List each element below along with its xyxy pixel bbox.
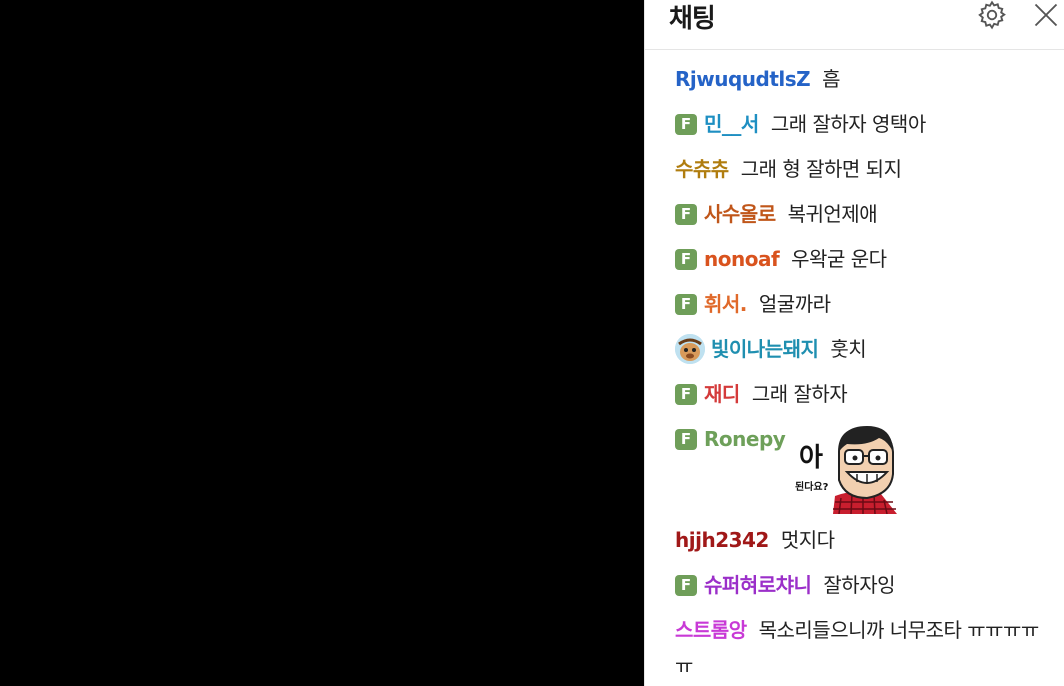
- chat-title: 채팅: [669, 4, 716, 34]
- sticker-image: 아 된다요?: [795, 426, 897, 515]
- sticker-big-text: 아: [799, 443, 823, 473]
- gear-icon: [978, 0, 1006, 30]
- chat-message-text: 잘하자잉: [823, 573, 896, 597]
- chat-nickname[interactable]: 빛이나는돼지: [711, 334, 819, 364]
- chat-message: F 재디 그래 잘하자: [675, 379, 1047, 409]
- chat-message: 빛이나는돼지 훗치: [675, 334, 1047, 364]
- chat-nickname[interactable]: hjjh2342: [675, 525, 769, 555]
- video-player-area[interactable]: [0, 0, 644, 686]
- chat-message-text: 멋지다: [780, 528, 835, 552]
- fan-badge-icon: F: [675, 293, 697, 315]
- chat-nickname[interactable]: nonoaf: [704, 244, 780, 274]
- chat-nickname[interactable]: 휘서.: [704, 289, 747, 319]
- chat-message-text-continuation: ㅠ: [675, 654, 694, 678]
- chat-message: F 사수올로 복귀언제애: [675, 199, 1047, 229]
- chat-nickname[interactable]: 스트롬앙: [675, 615, 747, 645]
- chat-nickname[interactable]: 재디: [704, 379, 740, 409]
- chat-nickname[interactable]: 슈퍼혀로챠니: [704, 570, 812, 600]
- close-icon: [1034, 3, 1058, 27]
- chat-message: F nonoaf 우왁굳 운다: [675, 244, 1047, 274]
- chat-panel: 채팅 RjwuqudtlsZ 흠 F 민__서 그래 잘하자 영택아 수츄츄 그…: [644, 0, 1064, 686]
- chat-message-text: 목소리들으니까 너무조타 ㅠㅠㅠㅠ: [758, 618, 1040, 642]
- fan-badge-icon: F: [675, 428, 697, 450]
- chat-message: 수츄츄 그래 형 잘하면 되지: [675, 154, 1047, 184]
- chat-nickname[interactable]: 사수올로: [704, 199, 776, 229]
- sticker-small-text: 된다요?: [795, 480, 829, 493]
- chat-message-text: 그래 형 잘하면 되지: [740, 157, 902, 181]
- chat-message-text: 그래 잘하자: [751, 382, 848, 406]
- avatar-image: [675, 334, 705, 364]
- fan-badge-icon: F: [675, 248, 697, 270]
- chat-sticker-emoticon: 아 된다요?: [795, 422, 899, 515]
- chat-message: F 휘서. 얼굴까라: [675, 289, 1047, 319]
- chat-nickname[interactable]: 수츄츄: [675, 154, 729, 184]
- close-chat-button[interactable]: [1029, 0, 1063, 30]
- chat-message: 스트롬앙 목소리들으니까 너무조타 ㅠㅠㅠㅠ: [675, 615, 1047, 645]
- chat-message: F 슈퍼혀로챠니 잘하자잉: [675, 570, 1047, 600]
- chat-message-text: 얼굴까라: [758, 292, 831, 316]
- chat-message-text: 흠: [822, 67, 841, 91]
- chat-message-text: 그래 잘하자 영택아: [770, 112, 926, 136]
- chat-nickname[interactable]: 민__서: [704, 109, 759, 139]
- fan-badge-icon: F: [675, 203, 697, 225]
- chat-nickname[interactable]: RjwuqudtlsZ: [675, 64, 811, 94]
- chat-nickname[interactable]: Ronepy: [704, 424, 786, 454]
- chat-message-text: 복귀언제애: [787, 202, 878, 226]
- fan-badge-icon: F: [675, 113, 697, 135]
- chat-header: 채팅: [645, 0, 1064, 50]
- chat-message: hjjh2342 멋지다: [675, 525, 1047, 555]
- fan-badge-icon: F: [675, 383, 697, 405]
- user-avatar[interactable]: [675, 334, 705, 364]
- chat-message-text: 훗치: [830, 337, 867, 361]
- fan-badge-icon: F: [675, 574, 697, 596]
- chat-message-text: 우왁굳 운다: [791, 247, 887, 271]
- settings-button[interactable]: [975, 0, 1009, 30]
- chat-message: RjwuqudtlsZ 흠: [675, 64, 1047, 94]
- chat-message: F 민__서 그래 잘하자 영택아: [675, 109, 1047, 139]
